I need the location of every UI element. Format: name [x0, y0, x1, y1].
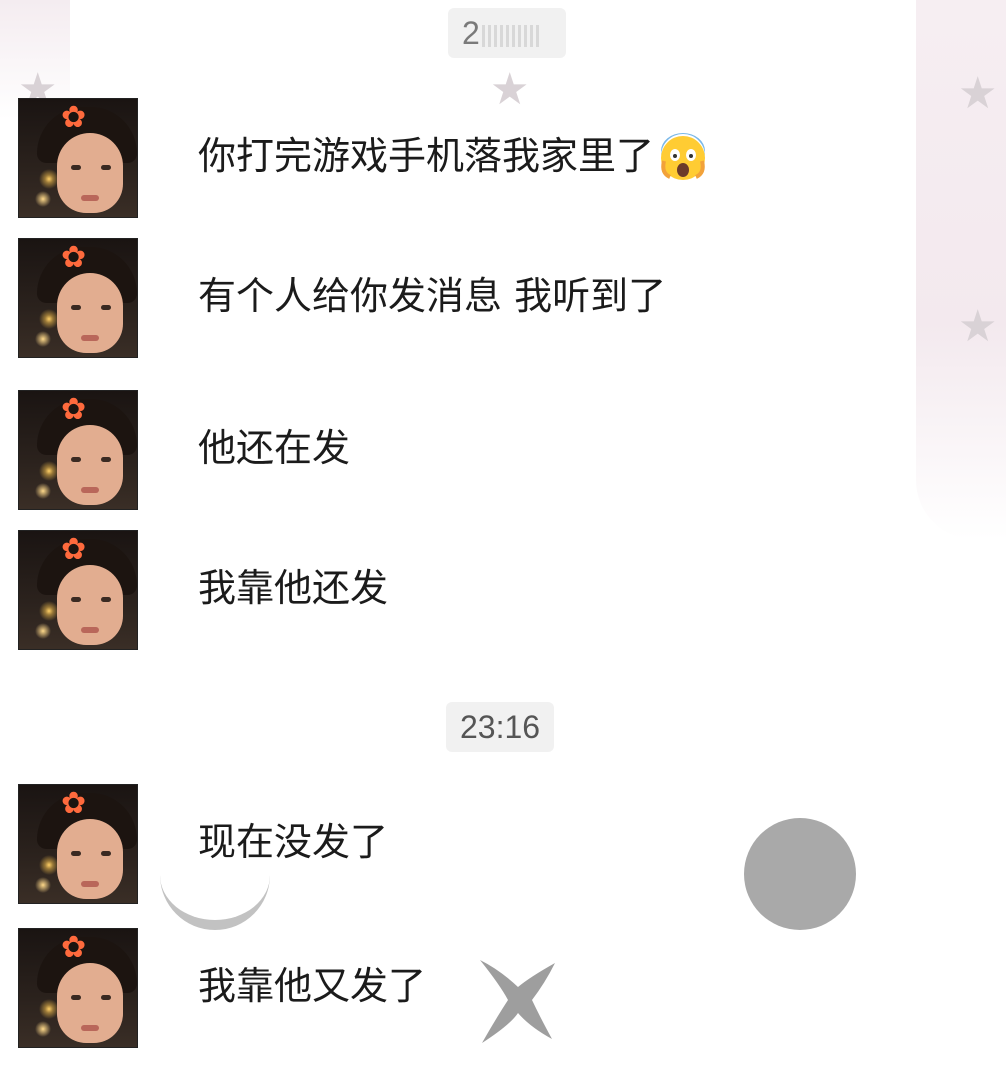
message-bubble[interactable]: 我靠他又发了 [178, 938, 447, 1034]
message-row: ✿ 他还在发 [18, 390, 978, 510]
message-text: 你打完游戏手机落我家里了 [198, 134, 655, 178]
avatar[interactable]: ✿ [18, 784, 138, 904]
message-text: 现在没发了 [198, 820, 389, 864]
message-row: ✿ 有个人给你发消息 我听到了 [18, 238, 978, 358]
timestamp-top: 2 [448, 8, 566, 58]
avatar[interactable]: ✿ [18, 530, 138, 650]
arc-sticker [160, 860, 270, 930]
message-bubble[interactable]: 有个人给你发消息 我听到了 [178, 248, 687, 344]
avatar[interactable]: ✿ [18, 98, 138, 218]
message-text: 我靠他还发 [198, 566, 389, 610]
avatar[interactable]: ✿ [18, 928, 138, 1048]
message-text: 他还在发 [198, 426, 351, 470]
message-text: 我靠他又发了 [198, 964, 427, 1008]
message-text: 有个人给你发消息 我听到了 [198, 274, 667, 318]
message-row: ✿ 你打完游戏手机落我家里了 [18, 98, 978, 218]
circle-sticker [744, 818, 856, 930]
message-bubble[interactable]: 他还在发 [178, 400, 371, 496]
avatar[interactable]: ✿ [18, 238, 138, 358]
chat-view: ★ ★ ★ ★ 2 ✿ 你打完游戏手机落我家里了 ✿ 有个人给你发消息 我听到了… [0, 0, 1006, 1074]
x-sticker-icon [480, 960, 555, 1043]
message-bubble[interactable]: 我靠他还发 [178, 540, 409, 636]
message-bubble[interactable]: 你打完游戏手机落我家里了 [178, 108, 729, 204]
message-row: ✿ 我靠他还发 [18, 530, 978, 650]
timestamp: 23:16 [446, 702, 555, 752]
screaming-face-icon [661, 132, 706, 180]
avatar[interactable]: ✿ [18, 390, 138, 510]
